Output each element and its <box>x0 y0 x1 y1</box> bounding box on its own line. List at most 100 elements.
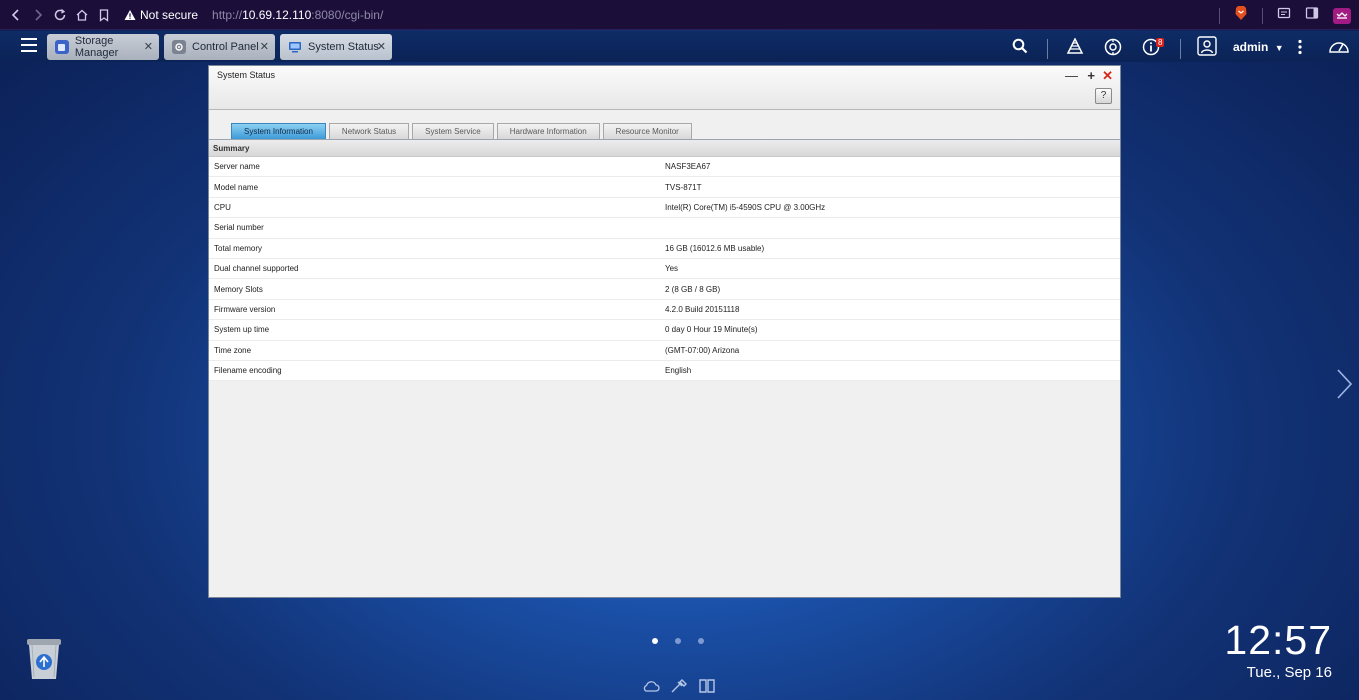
wallet-icon[interactable] <box>1277 6 1291 25</box>
row-label: Filename encoding <box>214 366 282 376</box>
desktop-clock: 12:57 Tue., Sep 16 <box>1224 618 1332 681</box>
row-value: TVS-871T <box>665 182 702 192</box>
tab-label: System Status <box>308 41 379 53</box>
system-status-icon <box>288 40 302 54</box>
cloud-icon[interactable] <box>642 678 660 694</box>
table-row: Serial number <box>209 218 1120 239</box>
row-label: Server name <box>214 162 260 172</box>
section-header: Summary <box>209 140 1120 157</box>
clock-time: 12:57 <box>1224 617 1332 663</box>
brave-shield-icon[interactable] <box>1234 5 1248 26</box>
notification-badge: 8 <box>1156 38 1165 47</box>
row-value: 16 GB (16012.6 MB usable) <box>665 243 765 253</box>
user-avatar-icon[interactable] <box>1197 36 1217 59</box>
row-value: NASF3EA67 <box>665 162 711 172</box>
row-value: 0 day 0 Hour 19 Minute(s) <box>665 325 758 335</box>
maximize-icon[interactable]: + <box>1087 68 1095 83</box>
tab-label: Control Panel <box>192 41 259 53</box>
divider <box>1047 39 1048 59</box>
row-value: English <box>665 366 692 376</box>
tab-system-status[interactable]: System Status ✕ <box>280 34 392 60</box>
window-title: System Status <box>217 70 276 80</box>
security-label: Not secure <box>140 7 199 22</box>
vpn-icon[interactable] <box>1333 7 1351 24</box>
row-value: 2 (8 GB / 8 GB) <box>665 284 721 294</box>
tab-hardware-information[interactable]: Hardware Information <box>496 123 600 139</box>
tab-storage-manager[interactable]: Storage Manager ✕ <box>47 34 159 60</box>
url-host: 10.69.12.110 <box>242 7 312 22</box>
tab-bar: System Information Network Status System… <box>231 123 692 139</box>
table-row: Model name TVS-871T <box>209 177 1120 198</box>
address-bar[interactable]: http://10.69.12.110:8080/cgi-bin/ <box>212 8 383 22</box>
divider <box>1262 7 1263 24</box>
help-button[interactable]: ? <box>1095 88 1112 104</box>
row-label: Dual channel supported <box>214 264 299 274</box>
home-icon[interactable] <box>72 5 92 25</box>
close-icon[interactable]: ✕ <box>144 40 153 53</box>
close-icon[interactable]: ✕ <box>1102 68 1113 84</box>
tools-icon[interactable] <box>670 678 688 694</box>
page-dot[interactable] <box>675 638 681 644</box>
dashboard-gauge-icon[interactable] <box>1328 38 1350 57</box>
table-row: CPU Intel(R) Core(TM) i5-4590S CPU @ 3.00… <box>209 198 1120 219</box>
security-indicator[interactable]: Not secure <box>124 8 198 22</box>
row-label: Memory Slots <box>214 284 263 294</box>
book-icon[interactable] <box>698 678 716 694</box>
browser-actions <box>1219 5 1351 26</box>
divider <box>1180 39 1181 59</box>
row-value <box>660 222 710 233</box>
close-icon[interactable]: ✕ <box>260 40 269 53</box>
window-titlebar[interactable]: System Status — + ✕ ? <box>209 66 1120 110</box>
search-icon[interactable] <box>1012 38 1028 57</box>
row-label: System up time <box>214 325 270 335</box>
qts-taskbar: Storage Manager ✕ Control Panel ✕ System… <box>0 31 1359 62</box>
table-row: Firmware version 4.2.0 Build 20151118 <box>209 300 1120 321</box>
storage-manager-icon <box>55 40 69 54</box>
table-row: Memory Slots 2 (8 GB / 8 GB) <box>209 279 1120 300</box>
username: admin <box>1233 40 1269 54</box>
row-label: Firmware version <box>214 304 276 314</box>
table-row: Filename encoding English <box>209 361 1120 382</box>
row-value: Intel(R) Core(TM) i5-4590S CPU @ 3.00GHz <box>665 202 826 212</box>
recycle-bin-icon[interactable] <box>24 637 64 681</box>
divider <box>1219 7 1220 24</box>
row-value: (GMT-07:00) Arizona <box>665 345 740 355</box>
system-status-window: System Status — + ✕ ? System Information… <box>208 65 1121 598</box>
forward-icon[interactable] <box>28 5 48 25</box>
row-label: Serial number <box>214 223 264 233</box>
page-dot[interactable] <box>698 638 704 644</box>
row-label: Time zone <box>214 345 252 355</box>
warning-icon <box>124 9 136 20</box>
tab-resource-monitor[interactable]: Resource Monitor <box>602 123 692 139</box>
control-panel-icon <box>172 40 186 54</box>
close-icon[interactable]: ✕ <box>377 40 386 53</box>
main-menu-button[interactable] <box>21 38 37 52</box>
tab-network-status[interactable]: Network Status <box>328 123 410 139</box>
bookmark-icon[interactable] <box>94 5 114 25</box>
dock <box>642 678 716 694</box>
table-row: Time zone (GMT-07:00) Arizona <box>209 341 1120 361</box>
reload-icon[interactable] <box>50 5 70 25</box>
tab-system-information[interactable]: System Information <box>231 123 326 139</box>
row-label: Total memory <box>214 243 263 253</box>
table-row: Total memory 16 GB (16012.6 MB usable) <box>209 239 1120 259</box>
tab-system-service[interactable]: System Service <box>412 123 494 139</box>
minimize-icon[interactable]: — <box>1065 68 1078 83</box>
browser-toolbar: Not secure http://10.69.12.110:8080/cgi-… <box>0 0 1359 30</box>
next-page-arrow-icon[interactable] <box>1335 368 1353 400</box>
user-menu[interactable]: admin ▼ <box>1233 40 1284 54</box>
page-dot[interactable] <box>652 638 658 644</box>
table-row: Server name NASF3EA67 <box>209 157 1120 178</box>
row-label: CPU <box>214 202 231 212</box>
external-device-icon[interactable] <box>1104 38 1122 59</box>
url-scheme: http:// <box>212 7 243 22</box>
back-icon[interactable] <box>6 5 26 25</box>
background-task-icon[interactable] <box>1066 37 1084 57</box>
url-rest: :8080/cgi-bin/ <box>311 7 384 22</box>
sidebar-icon[interactable] <box>1305 6 1319 25</box>
row-value: Yes <box>665 264 679 274</box>
tab-control-panel[interactable]: Control Panel ✕ <box>164 34 275 60</box>
table-row: System up time 0 day 0 Hour 19 Minute(s) <box>209 320 1120 341</box>
more-options-icon[interactable] <box>1297 39 1303 58</box>
page-indicator <box>652 638 704 644</box>
